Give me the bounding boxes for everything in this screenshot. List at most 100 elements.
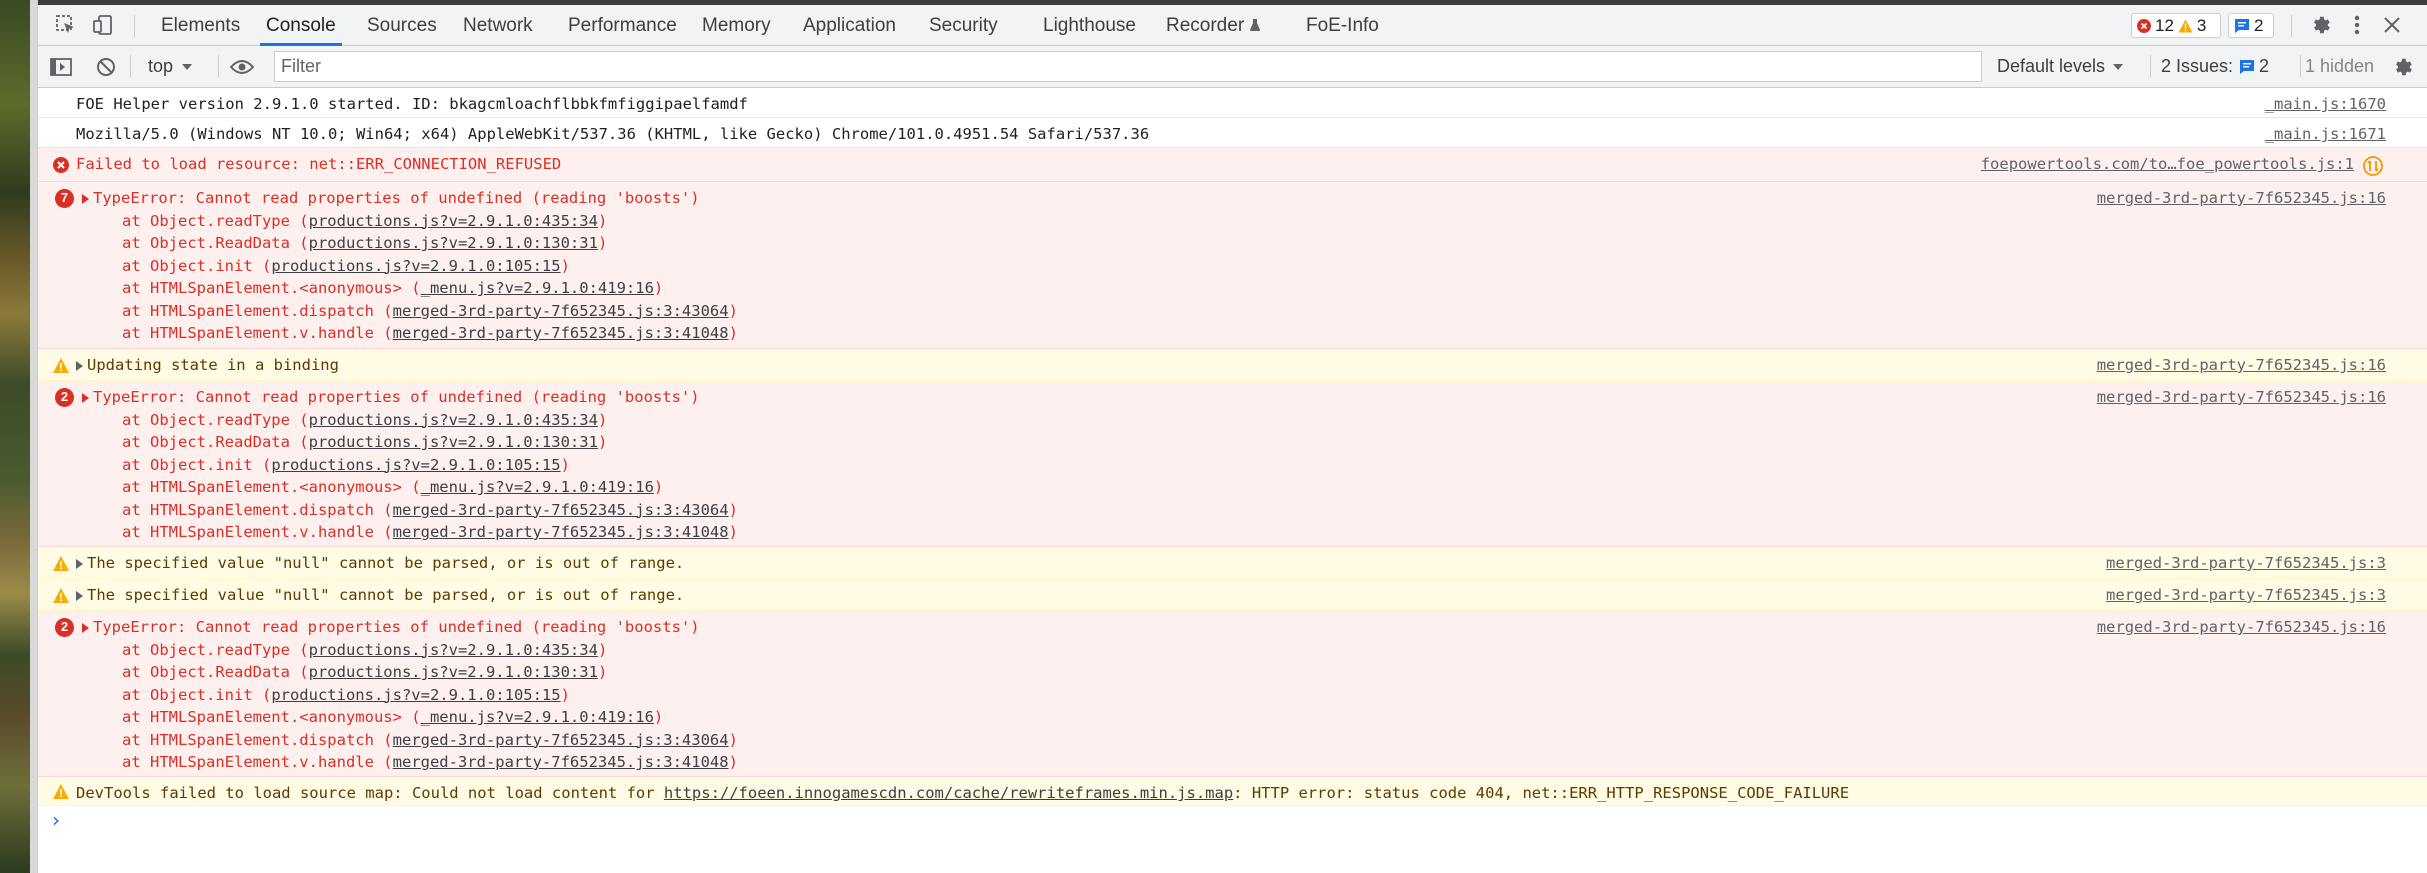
stack-frame-link[interactable]: productions.js?v=2.9.1.0:105:15 (271, 257, 560, 275)
tab-application[interactable]: Application (797, 5, 902, 46)
stack-frame: at Object.init (productions.js?v=2.9.1.0… (122, 455, 570, 474)
tab-elements[interactable]: Elements (155, 5, 246, 46)
live-expression-eye-icon[interactable] (230, 46, 254, 87)
repeat-count-badge: 2 (55, 618, 74, 637)
expand-triangle-icon (76, 360, 83, 371)
network-request-icon[interactable] (2362, 155, 2384, 177)
stack-frame: at Object.ReadData (productions.js?v=2.9… (122, 433, 608, 451)
tab-performance[interactable]: Performance (562, 5, 683, 46)
close-devtools-icon[interactable] (2378, 10, 2406, 40)
stack-frame-link[interactable]: productions.js?v=2.9.1.0:130:31 (309, 663, 598, 681)
console-toolbar: top Filter Default levels 2 Issues: 2 1 … (38, 46, 2427, 88)
error-warning-counter[interactable]: 12 3 (2131, 13, 2221, 38)
console-error: Failed to load resource: net::ERR_CONNEC… (38, 148, 2427, 182)
filter-placeholder: Filter (281, 56, 321, 76)
error-summary[interactable]: TypeError: Cannot read properties of und… (38, 386, 2427, 409)
settings-gear-icon[interactable] (2307, 10, 2335, 40)
toolbar-divider (2300, 55, 2301, 77)
stack-frame-link[interactable]: productions.js?v=2.9.1.0:105:15 (271, 456, 560, 474)
warning-icon (53, 358, 69, 373)
error-summary[interactable]: TypeError: Cannot read properties of und… (38, 187, 2427, 210)
stack-frame-link[interactable]: productions.js?v=2.9.1.0:105:15 (271, 686, 560, 704)
more-options-icon[interactable] (2343, 10, 2371, 40)
game-page-edge (0, 0, 37, 873)
stack-frame: at Object.readType (productions.js?v=2.9… (122, 640, 608, 659)
warning-summary[interactable]: Updating state in a binding (38, 354, 2427, 377)
stack-frame-link[interactable]: productions.js?v=2.9.1.0:130:31 (309, 433, 598, 451)
log-levels-label: Default levels (1997, 56, 2106, 76)
stack-frame-link[interactable]: merged-3rd-party-7f652345.js:3:41048 (393, 324, 729, 342)
console-warning: The specified value "null" cannot be par… (38, 579, 2427, 611)
repeat-count-badge: 7 (55, 189, 74, 208)
issues-counter[interactable]: 2 (2228, 13, 2274, 38)
tab-foe-info[interactable]: FoE-Info (1300, 5, 1385, 46)
console-prompt[interactable]: › (38, 806, 2427, 836)
stack-frame-link[interactable]: merged-3rd-party-7f652345.js:3:41048 (393, 523, 729, 541)
message-source-link[interactable]: _main.js:1671 (2265, 123, 2386, 146)
issues-label-count: 2 (2259, 56, 2270, 76)
warning-icon (53, 556, 69, 571)
message-source-link[interactable]: foepowertools.com/to…foe_powertools.js:1 (1981, 153, 2354, 176)
expand-triangle-icon (82, 193, 89, 204)
stack-frame-link[interactable]: productions.js?v=2.9.1.0:130:31 (309, 234, 598, 252)
message-text: The specified value "null" cannot be par… (87, 554, 685, 572)
stack-frame: at Object.init (productions.js?v=2.9.1.0… (122, 256, 570, 275)
message-source-link[interactable]: merged-3rd-party-7f652345.js:16 (2097, 187, 2386, 210)
console-messages: FOE Helper version 2.9.1.0 started. ID: … (38, 88, 2427, 873)
inspect-element-icon[interactable] (52, 10, 80, 40)
tab-memory[interactable]: Memory (696, 5, 777, 46)
stack-frame-link[interactable]: _menu.js?v=2.9.1.0:419:16 (421, 708, 654, 726)
stack-frame-link[interactable]: merged-3rd-party-7f652345.js:3:43064 (393, 302, 729, 320)
tab-network[interactable]: Network (457, 5, 539, 46)
stack-frame-link[interactable]: merged-3rd-party-7f652345.js:3:43064 (393, 731, 729, 749)
clear-console-icon[interactable] (96, 46, 116, 87)
source-map-link[interactable]: https://foeen.innogamescdn.com/cache/rew… (664, 784, 1233, 802)
device-toolbar-icon[interactable] (89, 10, 117, 40)
message-text: Mozilla/5.0 (Windows NT 10.0; Win64; x64… (76, 125, 1150, 143)
stack-frame-link[interactable]: _menu.js?v=2.9.1.0:419:16 (421, 279, 654, 297)
message-source-link[interactable]: merged-3rd-party-7f652345.js:3 (2106, 584, 2386, 607)
message-text: TypeError: Cannot read properties of und… (93, 189, 700, 207)
error-count: 12 (2155, 15, 2174, 35)
tab-sources[interactable]: Sources (361, 5, 443, 46)
message-text: TypeError: Cannot read properties of und… (93, 388, 700, 406)
stack-frame-link[interactable]: merged-3rd-party-7f652345.js:3:43064 (393, 501, 729, 519)
log-levels-dropdown[interactable]: Default levels (1997, 46, 2124, 87)
tab-recorder-label: Recorder (1166, 15, 1245, 36)
toolbar-divider (134, 15, 135, 37)
stack-frame: at HTMLSpanElement.<anonymous> (_menu.js… (122, 478, 664, 496)
console-message: Mozilla/5.0 (Windows NT 10.0; Win64; x64… (38, 118, 2427, 148)
error-summary[interactable]: TypeError: Cannot read properties of und… (38, 616, 2427, 639)
message-source-link[interactable]: merged-3rd-party-7f652345.js:16 (2097, 616, 2386, 639)
console-warning: The specified value "null" cannot be par… (38, 547, 2427, 579)
tab-console[interactable]: Console (260, 5, 342, 46)
message-text: DevTools failed to load source map: Coul… (76, 784, 1850, 802)
stack-frame-link[interactable]: _menu.js?v=2.9.1.0:419:16 (421, 478, 654, 496)
stack-frame-link[interactable]: productions.js?v=2.9.1.0:435:34 (309, 411, 598, 429)
console-error-group: 2 TypeError: Cannot read properties of u… (38, 611, 2427, 777)
tab-lighthouse[interactable]: Lighthouse (1037, 5, 1142, 46)
stack-frame-link[interactable]: merged-3rd-party-7f652345.js:3:41048 (393, 753, 729, 771)
warning-summary[interactable]: The specified value "null" cannot be par… (38, 584, 2427, 607)
issues-count: 2 (2254, 15, 2264, 35)
message-source-link[interactable]: _main.js:1670 (2265, 93, 2386, 116)
filter-input[interactable]: Filter (274, 51, 1982, 82)
message-source-link[interactable]: merged-3rd-party-7f652345.js:16 (2097, 386, 2386, 409)
warning-icon (53, 784, 69, 799)
sidebar-toggle-icon[interactable] (50, 46, 72, 87)
issues-link[interactable]: 2 Issues: 2 (2161, 46, 2269, 87)
message-text: Updating state in a binding (87, 356, 339, 374)
expand-triangle-icon (82, 392, 89, 403)
context-selector[interactable]: top (148, 46, 193, 87)
tab-security[interactable]: Security (923, 5, 1004, 46)
stack-frame: at HTMLSpanElement.v.handle (merged-3rd-… (122, 523, 738, 541)
console-settings-gear-icon[interactable] (2392, 46, 2414, 87)
stack-frame-link[interactable]: productions.js?v=2.9.1.0:435:34 (309, 212, 598, 230)
message-text: FOE Helper version 2.9.1.0 started. ID: … (76, 95, 748, 113)
warning-summary[interactable]: The specified value "null" cannot be par… (38, 552, 2427, 575)
message-source-link[interactable]: merged-3rd-party-7f652345.js:3 (2106, 552, 2386, 575)
message-source-link[interactable]: merged-3rd-party-7f652345.js:16 (2097, 354, 2386, 377)
tab-recorder[interactable]: Recorder (1160, 5, 1267, 46)
stack-frame-link[interactable]: productions.js?v=2.9.1.0:435:34 (309, 641, 598, 659)
expand-triangle-icon (76, 558, 83, 569)
